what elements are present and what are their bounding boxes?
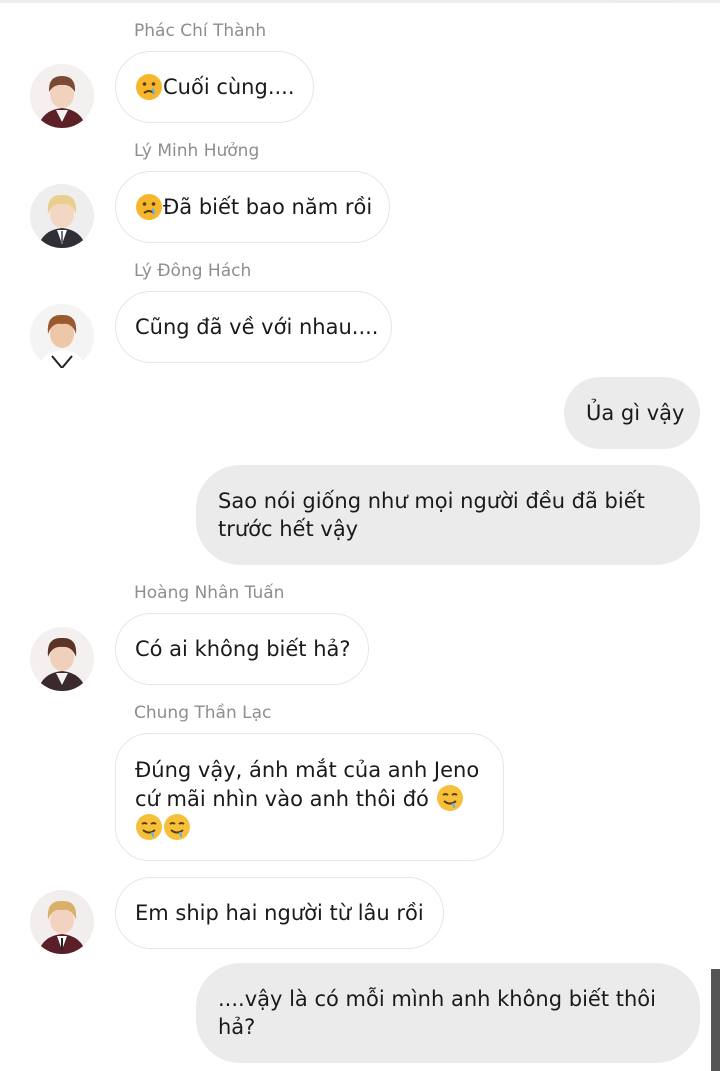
crying-face-icon (135, 193, 163, 221)
message-bubble[interactable]: Em ship hai người từ lâu rồi (115, 877, 444, 949)
sender-name: Hoàng Nhân Tuấn (134, 583, 285, 603)
sender-name: Phác Chí Thành (134, 21, 267, 41)
outgoing-message-bubble[interactable]: ....vậy là có mỗi mình anh không biết th… (196, 963, 700, 1063)
outgoing-message-bubble[interactable]: Sao nói giống như mọi người đều đã biết … (196, 465, 700, 565)
drooling-face-icon (135, 813, 163, 841)
sender-name: Lý Đông Hách (134, 261, 252, 281)
message-bubble[interactable]: Cũng đã về với nhau.... (115, 291, 392, 363)
message-text: Cuối cùng.... (163, 75, 295, 99)
message-text: Sao nói giống như mọi người đều đã biết … (218, 489, 645, 541)
drooling-face-icon (163, 813, 191, 841)
message-bubble[interactable]: Có ai không biết hả? (115, 613, 369, 685)
scrollbar-thumb[interactable] (711, 969, 720, 1071)
message-text: Đã biết bao năm rồi (163, 195, 373, 219)
avatar[interactable] (30, 304, 94, 368)
previous-message-bubble[interactable] (604, 0, 686, 2)
message-text: Đúng vậy, ánh mắt của anh Jeno cứ mãi nh… (135, 756, 479, 842)
message-bubble[interactable]: Cuối cùng.... (115, 51, 314, 123)
avatar[interactable] (30, 184, 94, 248)
outgoing-message-bubble[interactable]: Ủa gì vậy (564, 377, 700, 449)
avatar[interactable] (30, 627, 94, 691)
message-text: Ủa gì vậy (586, 401, 685, 425)
sender-name: Lý Minh Hưởng (134, 141, 260, 161)
message-text: Cũng đã về với nhau.... (135, 315, 379, 339)
message-text: Có ai không biết hả? (135, 637, 351, 661)
message-text: ....vậy là có mỗi mình anh không biết th… (218, 987, 656, 1039)
message-text: Em ship hai người từ lâu rồi (135, 901, 424, 925)
sender-name: Chung Thần Lạc (134, 703, 272, 723)
message-bubble[interactable]: Đã biết bao năm rồi (115, 171, 390, 243)
avatar[interactable] (30, 64, 94, 128)
drooling-face-icon (436, 784, 464, 812)
crying-face-icon (135, 73, 163, 101)
avatar[interactable] (30, 890, 94, 954)
message-bubble[interactable]: Đúng vậy, ánh mắt của anh Jeno cứ mãi nh… (115, 733, 504, 861)
